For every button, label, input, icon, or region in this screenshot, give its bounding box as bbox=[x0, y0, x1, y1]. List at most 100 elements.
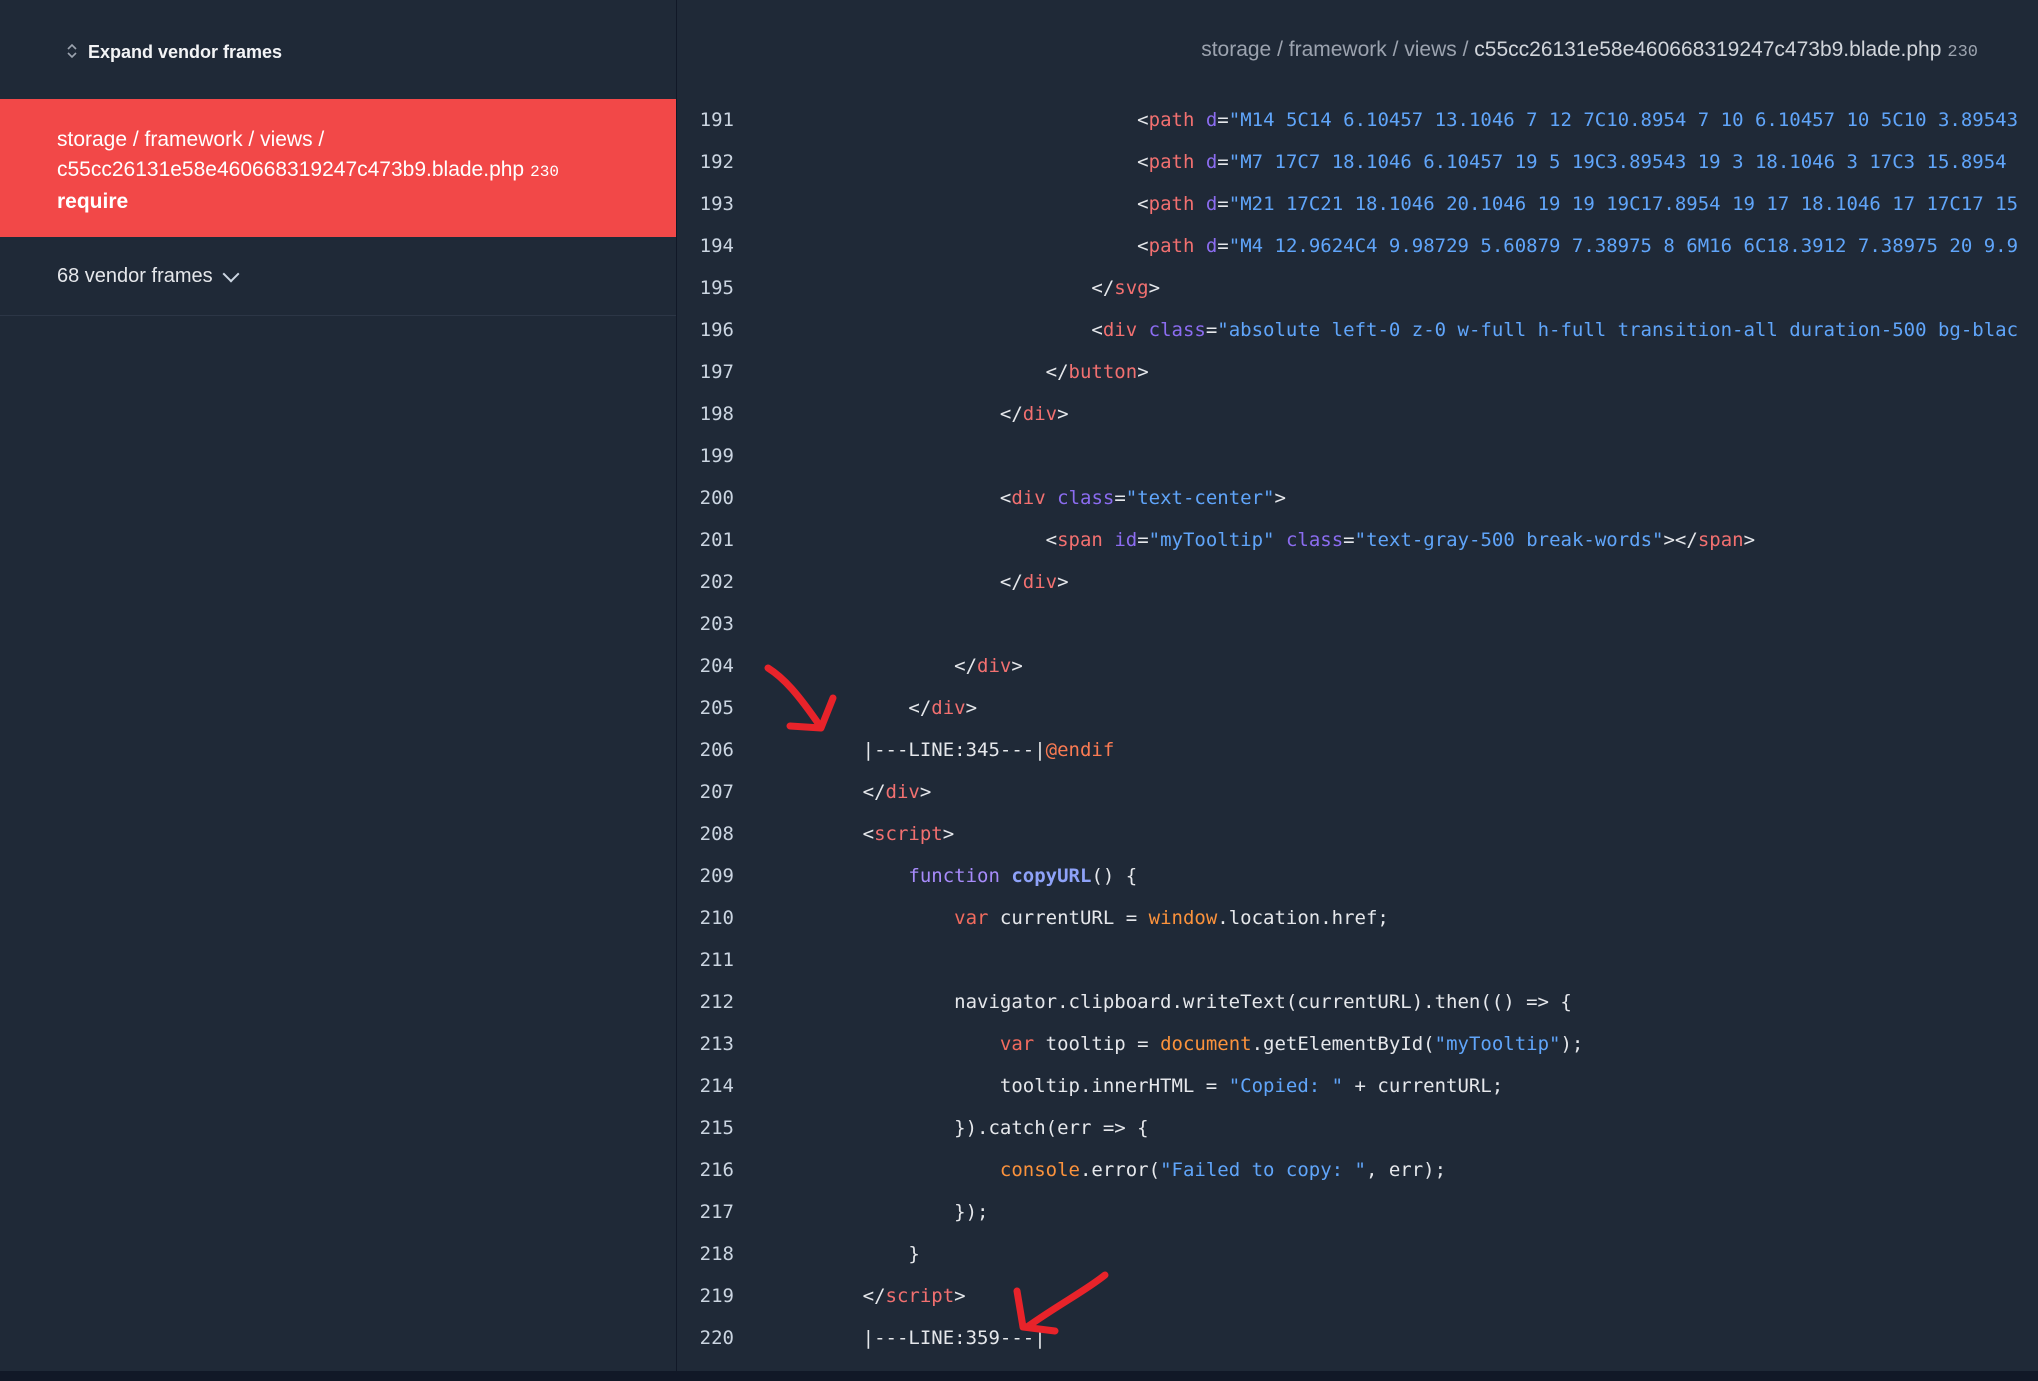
code-token: </ bbox=[794, 697, 932, 719]
code-token: span bbox=[1697, 529, 1744, 551]
code-file-header: storage / framework / views / c55cc26131… bbox=[1201, 38, 1978, 62]
code-token: div bbox=[977, 655, 1012, 677]
code-token: function bbox=[908, 865, 1000, 887]
code-token: </ bbox=[794, 1285, 886, 1307]
code-line: 219 </script> bbox=[677, 1275, 2017, 1317]
code-line: 216 console.error("Failed to copy: ", er… bbox=[677, 1149, 2017, 1191]
code-line: 196 <div class="absolute left-0 z-0 w-fu… bbox=[677, 309, 2017, 351]
vendor-frames-label: 68 vendor frames bbox=[57, 265, 213, 287]
code-line: 200 <div class="text-center"> bbox=[677, 477, 2017, 519]
code-token: "Failed to copy: " bbox=[1160, 1159, 1366, 1181]
code-token: > bbox=[1743, 529, 1756, 551]
code-token: d bbox=[1205, 109, 1218, 131]
code-token: "M4 12.9624C4 9.98729 5.60879 7.38975 8 … bbox=[1228, 235, 2017, 257]
code-token: "Copied: " bbox=[1228, 1075, 1344, 1097]
code-token: > bbox=[919, 781, 932, 803]
code-token: window bbox=[1148, 907, 1218, 929]
code-token: </ bbox=[794, 655, 978, 677]
expand-vendor-frames-label: Expand vendor frames bbox=[88, 41, 283, 62]
code-token: "myTooltip" bbox=[1434, 1033, 1561, 1055]
line-number: 193 bbox=[699, 193, 734, 215]
line-number: 198 bbox=[699, 403, 734, 425]
line-number: 200 bbox=[699, 487, 734, 509]
code-line: 201 <span id="myTooltip" class="text-gra… bbox=[677, 519, 2017, 561]
code-line: 207 </div> bbox=[677, 771, 2017, 813]
vendor-frames-toggle[interactable]: 68 vendor frames bbox=[57, 265, 240, 288]
line-source: <span id="myTooltip" class="text-gray-50… bbox=[734, 519, 1755, 561]
line-number: 207 bbox=[699, 781, 734, 803]
code-token: class bbox=[1285, 529, 1344, 551]
code-line: 199 bbox=[677, 435, 2017, 477]
line-number: 204 bbox=[699, 655, 734, 677]
code-listing: 191 <path d="M14 5C14 6.10457 13.1046 7 … bbox=[677, 99, 2017, 1359]
code-token: = bbox=[1217, 193, 1229, 215]
line-number: 199 bbox=[699, 445, 734, 467]
line-source: <path d="M21 17C21 18.1046 20.1046 19 19… bbox=[734, 183, 2017, 225]
line-source: function copyURL() { bbox=[734, 855, 1137, 897]
line-number: 194 bbox=[699, 235, 734, 257]
line-source: </svg> bbox=[734, 267, 1160, 309]
code-line: 220 |---LINE:359---| bbox=[677, 1317, 2017, 1359]
chevron-down-icon bbox=[222, 265, 240, 282]
code-token: = bbox=[1205, 319, 1218, 341]
code-token: < bbox=[1137, 109, 1149, 131]
code-token: </ bbox=[794, 781, 886, 803]
line-number: 216 bbox=[699, 1159, 734, 1181]
code-token: var bbox=[999, 1033, 1035, 1055]
line-source: |---LINE:359---| bbox=[734, 1317, 1046, 1359]
line-source: </button> bbox=[734, 351, 1149, 393]
line-number: 208 bbox=[699, 823, 734, 845]
code-line: 198 </div> bbox=[677, 393, 2017, 435]
code-line: 209 function copyURL() { bbox=[677, 855, 2017, 897]
code-line: 208 <script> bbox=[677, 813, 2017, 855]
code-token: > bbox=[1011, 655, 1023, 677]
line-number: 217 bbox=[699, 1201, 734, 1223]
code-token: < bbox=[794, 529, 1058, 551]
code-token: d bbox=[1205, 193, 1218, 215]
code-token: ></ bbox=[1663, 529, 1698, 551]
code-token: > bbox=[1148, 277, 1161, 299]
line-source bbox=[734, 435, 794, 477]
line-source: var tooltip = document.getElementById("m… bbox=[734, 1023, 1583, 1065]
code-token: = bbox=[1137, 529, 1149, 551]
code-line: 215 }).catch(err => { bbox=[677, 1107, 2017, 1149]
code-token: > bbox=[1057, 571, 1069, 593]
code-line: 211 bbox=[677, 939, 2017, 981]
code-token: > bbox=[1274, 487, 1286, 509]
line-source: } bbox=[734, 1233, 920, 1275]
code-token: = bbox=[1343, 529, 1355, 551]
code-token: .location.href; bbox=[1217, 907, 1389, 929]
code-token: < bbox=[794, 319, 1103, 341]
code-line: 202 </div> bbox=[677, 561, 2017, 603]
code-token: .getElementById( bbox=[1251, 1033, 1435, 1055]
line-number: 191 bbox=[699, 109, 734, 131]
code-line: 210 var currentURL = window.location.hre… bbox=[677, 897, 2017, 939]
code-token: + currentURL; bbox=[1343, 1075, 1504, 1097]
code-token: } bbox=[794, 1243, 920, 1265]
code-token: = bbox=[1217, 109, 1229, 131]
header-file-name: c55cc26131e58e460668319247c473b9.blade.p… bbox=[1474, 38, 1942, 61]
code-line: 192 <path d="M7 17C7 18.1046 6.10457 19 … bbox=[677, 141, 2017, 183]
line-source: <path d="M7 17C7 18.1046 6.10457 19 5 19… bbox=[734, 141, 2017, 183]
code-token: id bbox=[1114, 529, 1138, 551]
line-number: 192 bbox=[699, 151, 734, 173]
code-token: "M7 17C7 18.1046 6.10457 19 5 19C3.89543… bbox=[1228, 151, 2007, 173]
line-source: </div> bbox=[734, 393, 1069, 435]
code-line: 204 </div> bbox=[677, 645, 2017, 687]
code-line: 217 }); bbox=[677, 1191, 2017, 1233]
code-token: }); bbox=[794, 1201, 989, 1223]
expand-vendor-frames-button[interactable]: Expand vendor frames bbox=[66, 38, 282, 66]
line-number: 213 bbox=[699, 1033, 734, 1055]
code-token: "myTooltip" bbox=[1148, 529, 1275, 551]
code-token: = bbox=[1217, 235, 1229, 257]
active-stack-frame[interactable]: storage / framework / views / c55cc26131… bbox=[0, 99, 676, 237]
code-token: < bbox=[1137, 151, 1149, 173]
